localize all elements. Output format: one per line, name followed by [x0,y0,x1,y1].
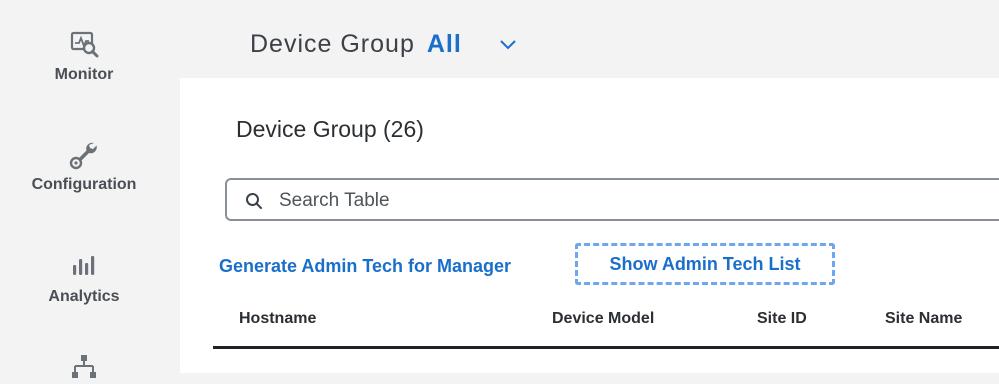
column-header-hostname[interactable]: Hostname [239,310,316,328]
chevron-down-icon[interactable] [498,38,518,52]
search-icon [246,193,262,209]
sidebar-item-monitor[interactable]: Monitor [0,28,168,84]
device-group-selector[interactable]: Device Group All [250,30,518,59]
column-header-site-name[interactable]: Site Name [885,310,962,328]
page-title: Device Group (26) [236,116,424,142]
sidebar-item-label: Monitor [54,66,114,83]
bar-chart-icon [73,256,95,275]
generate-admin-tech-button[interactable]: Generate Admin Tech for Manager [219,256,511,277]
search-input[interactable] [277,186,981,216]
monitor-icon [70,31,99,58]
sidebar-item-configuration[interactable]: Configuration [0,138,168,194]
wrench-gear-icon [69,142,97,170]
column-header-device-model[interactable]: Device Model [552,310,654,328]
sidebar-item-label: Configuration [31,176,137,193]
device-group-selector-value: All [426,30,462,58]
sidebar-item-label: Analytics [48,288,120,305]
device-group-selector-label: Device Group [250,30,415,58]
search-field[interactable] [225,178,999,221]
show-admin-tech-list-button[interactable]: Show Admin Tech List [575,243,835,285]
show-admin-tech-list-label: Show Admin Tech List [609,253,801,274]
sidebar: Monitor Configuration Analytics [0,0,180,378]
sidebar-item-workflows[interactable] [0,352,168,384]
column-header-site-id[interactable]: Site ID [757,310,807,328]
header: Device Group All [180,0,999,78]
table-header-divider [213,346,999,349]
workflow-icon [72,355,96,378]
main-panel: Device Group (26) Generate Admin Tech fo… [180,78,999,373]
sidebar-item-analytics[interactable]: Analytics [0,250,168,306]
